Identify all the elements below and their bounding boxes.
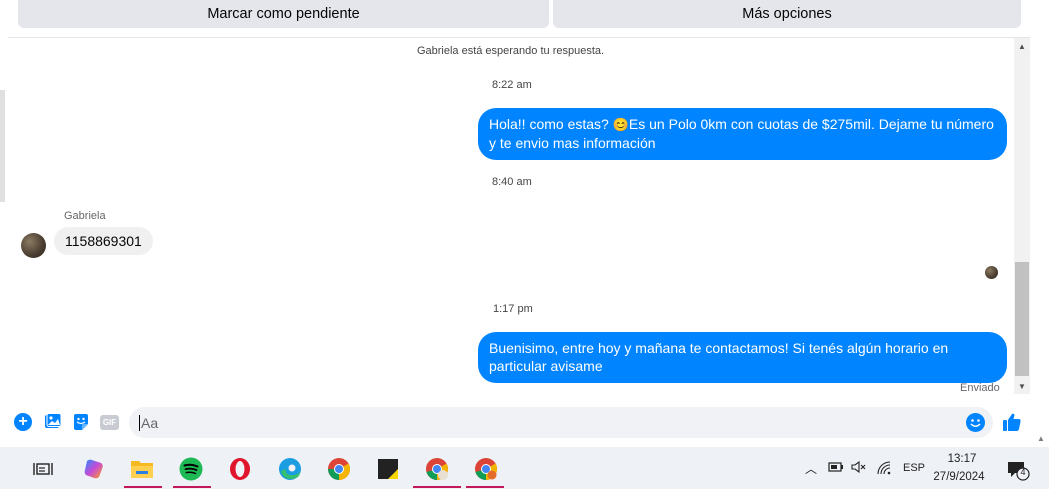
- outgoing-message[interactable]: Hola!! como estas? 😊Es un Polo 0km con c…: [478, 108, 1007, 160]
- language-indicator[interactable]: ESP: [903, 462, 925, 474]
- emoji-icon[interactable]: [966, 413, 985, 432]
- clock-time[interactable]: 13:17: [937, 453, 987, 465]
- sticky-notes-icon[interactable]: [376, 457, 400, 481]
- text-caret: [139, 415, 140, 431]
- copilot-icon[interactable]: [82, 457, 106, 481]
- timestamp: 8:40 am: [492, 176, 532, 188]
- message-list: Gabriela está esperando tu respuesta. 8:…: [8, 38, 1013, 394]
- scroll-up-icon[interactable]: ▲: [1014, 38, 1030, 54]
- speaker-muted-icon[interactable]: [851, 460, 867, 476]
- outgoing-message[interactable]: Buenisimo, entre hoy y mañana te contact…: [478, 332, 1007, 383]
- wifi-icon[interactable]: [877, 461, 893, 478]
- show-hidden-icons-icon[interactable]: ︿: [805, 460, 817, 477]
- chrome-profile-icon[interactable]: [474, 457, 498, 481]
- page-scroll-down-icon[interactable]: ▲: [1037, 434, 1045, 443]
- notification-icon[interactable]: 4: [1006, 459, 1030, 481]
- scroll-down-icon[interactable]: ▼: [1014, 378, 1030, 394]
- incoming-message[interactable]: 1158869301: [54, 227, 153, 255]
- left-panel-edge: [0, 90, 5, 202]
- thumbs-up-icon[interactable]: [1002, 412, 1022, 432]
- gif-label: GIF: [102, 418, 117, 427]
- smile-emoji-icon: 😊: [612, 117, 629, 132]
- file-explorer-icon[interactable]: [130, 457, 154, 481]
- plus-icon[interactable]: +: [14, 413, 32, 431]
- scrollbar-thumb[interactable]: [1015, 262, 1029, 376]
- active-indicator: [124, 486, 162, 488]
- seen-avatar: [985, 266, 998, 279]
- mark-pending-button[interactable]: Marcar como pendiente: [18, 0, 549, 28]
- battery-icon[interactable]: [828, 461, 844, 476]
- chrome-icon[interactable]: [327, 457, 351, 481]
- image-icon[interactable]: [44, 413, 62, 431]
- sent-status: Enviado: [960, 382, 1000, 394]
- gif-icon[interactable]: GIF: [100, 415, 119, 430]
- timestamp: 1:17 pm: [493, 303, 533, 315]
- message-text: Hola!! como estas?: [489, 116, 613, 132]
- edge-icon[interactable]: [278, 457, 302, 481]
- spotify-icon[interactable]: [179, 457, 203, 481]
- scrollbar[interactable]: ▲ ▼: [1014, 38, 1030, 394]
- sender-name: Gabriela: [64, 210, 106, 222]
- task-view-icon[interactable]: [31, 457, 55, 481]
- more-options-button[interactable]: Más opciones: [553, 0, 1021, 28]
- active-indicator: [173, 486, 211, 488]
- clock-date[interactable]: 27/9/2024: [929, 471, 989, 483]
- opera-icon[interactable]: [228, 457, 252, 481]
- notification-count: 4: [1020, 467, 1026, 477]
- taskbar: ︿ ESP 13:17 27/9/2024 4: [0, 447, 1049, 489]
- active-indicator: [466, 486, 504, 488]
- composer: + GIF: [0, 400, 1035, 444]
- avatar[interactable]: [21, 233, 46, 258]
- timestamp: 8:22 am: [492, 79, 532, 91]
- active-indicator: [413, 486, 461, 488]
- chrome-profile-icon[interactable]: [425, 457, 449, 481]
- action-bar: Marcar como pendiente Más opciones: [0, 0, 1049, 34]
- message-input[interactable]: [129, 407, 993, 438]
- sticker-icon[interactable]: [72, 413, 90, 431]
- waiting-notice: Gabriela está esperando tu respuesta.: [416, 45, 605, 57]
